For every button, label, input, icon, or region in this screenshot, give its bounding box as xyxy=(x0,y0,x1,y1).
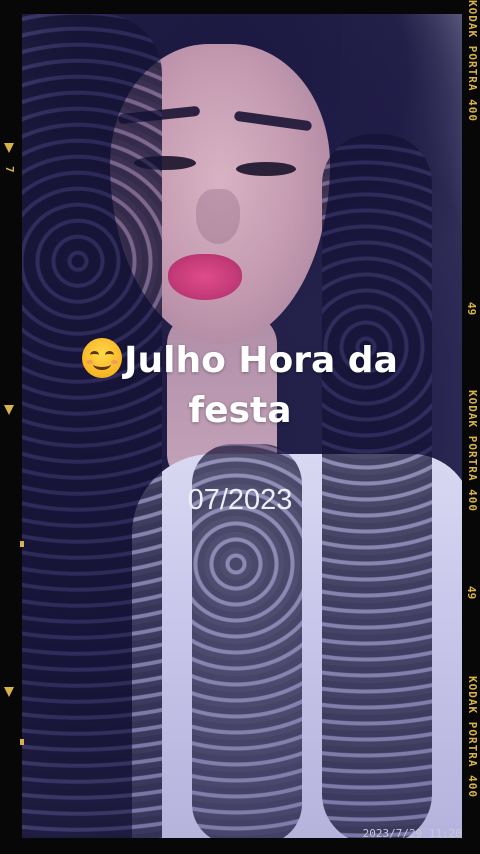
timestamp: 2023/7/29 11:20 xyxy=(362,827,462,840)
film-marker-icon xyxy=(4,143,14,153)
film-brand-middle: KODAK PORTRA 400 xyxy=(466,390,479,512)
headline-line-2: festa xyxy=(188,390,292,431)
smiling-face-emoji-icon xyxy=(82,338,123,378)
film-brand-bottom: KODAK PORTRA 400 xyxy=(466,676,479,798)
film-frame-number-2: 49 xyxy=(465,586,478,600)
lips xyxy=(168,254,242,300)
film-marker-icon xyxy=(4,687,14,697)
film-brand-top: KODAK PORTRA 400 xyxy=(466,0,479,122)
headline-line-1: Julho Hora da xyxy=(124,340,398,381)
film-marker-icon xyxy=(4,405,14,415)
film-sprocket-icon xyxy=(20,541,24,547)
right-eye xyxy=(236,162,296,176)
film-frame-number-1: 49 xyxy=(465,302,478,316)
film-sprocket-icon xyxy=(20,739,24,745)
headline: Julho Hora da festa xyxy=(40,336,440,436)
film-frame: Julho Hora da festa 07/2023 2023/7/29 11… xyxy=(0,0,480,854)
nose xyxy=(196,189,240,244)
date-label: 07/2023 xyxy=(187,484,293,516)
film-left-number: 7 xyxy=(3,166,16,173)
